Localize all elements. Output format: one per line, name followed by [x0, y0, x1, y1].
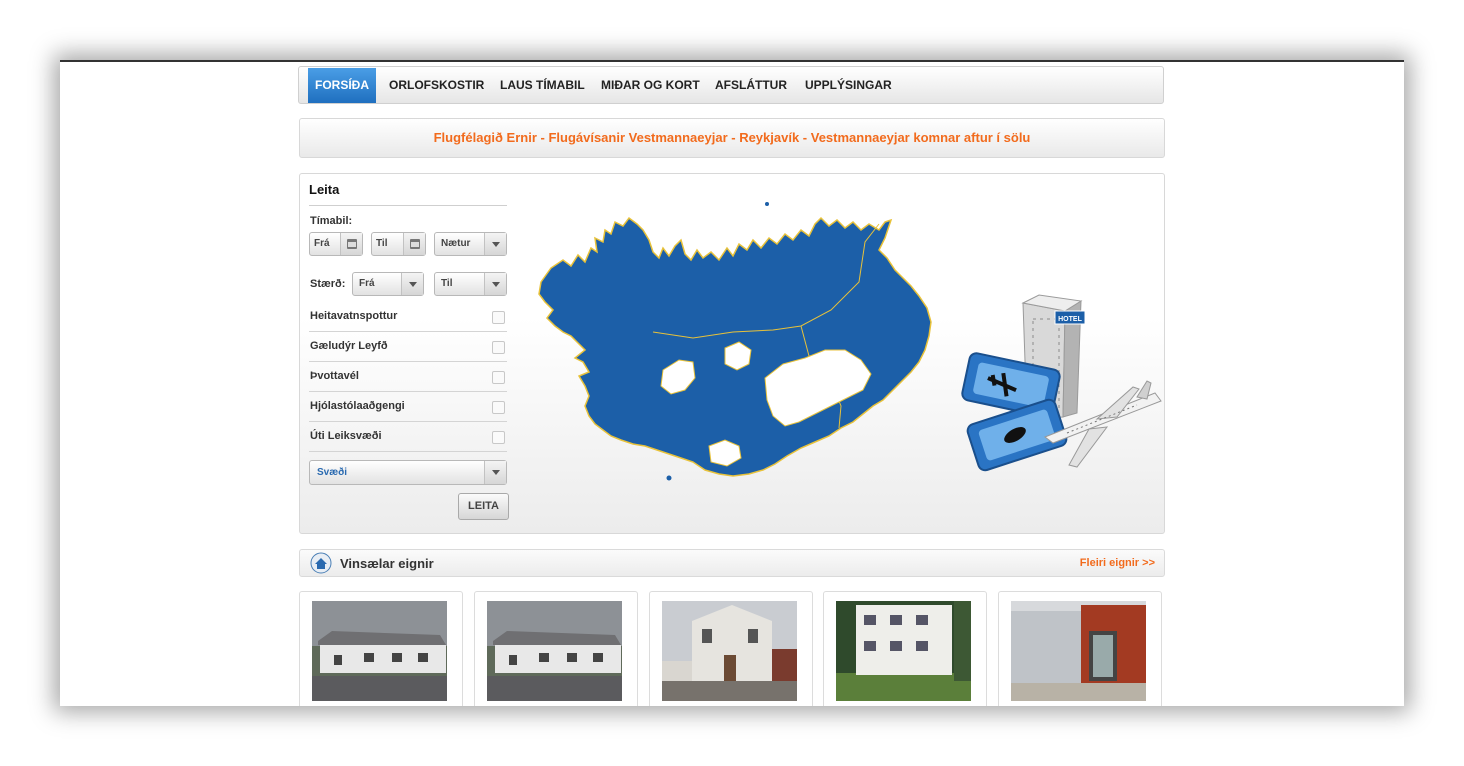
filter-label: Úti Leiksvæði — [310, 430, 382, 442]
hotel-sign-text: HOTEL — [1058, 316, 1082, 323]
chevron-down-icon — [492, 282, 500, 287]
date-from-field[interactable]: Frá — [309, 232, 363, 256]
filter-row-washing-machine: Þvottavél — [309, 362, 507, 392]
filter-row-playground: Úti Leiksvæði — [309, 422, 507, 452]
property-photo[interactable] — [662, 601, 797, 701]
property-photo[interactable] — [1011, 601, 1146, 701]
property-card[interactable] — [474, 591, 638, 706]
nights-select[interactable]: Nætur — [434, 232, 507, 256]
size-to-select[interactable]: Til — [434, 272, 507, 296]
size-to-value: Til — [441, 278, 453, 289]
house-icon — [310, 552, 332, 574]
chevron-down-icon — [492, 242, 500, 247]
date-from-picker-button[interactable] — [340, 233, 362, 255]
property-photo[interactable] — [836, 601, 971, 701]
region-select[interactable]: Svæði — [309, 460, 507, 485]
calendar-icon — [410, 239, 420, 249]
period-label: Tímabil: — [310, 215, 353, 227]
announcement-text[interactable]: Flugfélagið Ernir - Flugávísanir Vestman… — [434, 130, 1031, 145]
nights-value: Nætur — [441, 238, 471, 249]
filter-checkbox-pets-allowed[interactable] — [492, 341, 505, 354]
property-card[interactable] — [823, 591, 987, 706]
divider — [309, 205, 507, 206]
filter-label: Hjólastólaaðgengi — [310, 400, 405, 412]
nav-item-laus-timabil[interactable]: LAUS TÍMABIL — [500, 67, 585, 103]
region-dropdown-button — [484, 461, 506, 484]
search-title: Leita — [309, 182, 340, 197]
island-grimsey — [765, 202, 769, 206]
property-photo[interactable] — [312, 601, 447, 701]
size-from-value: Frá — [359, 278, 375, 289]
iceland-region-map[interactable] — [533, 200, 933, 485]
filter-label: Gæludýr Leyfð — [310, 340, 388, 352]
search-panel: Leita Tímabil: Frá Til Nætur Stærð: Frá … — [299, 173, 1165, 534]
region-value: Svæði — [317, 467, 348, 478]
filter-label: Þvottavél — [310, 370, 359, 382]
filter-checkbox-hot-tub[interactable] — [492, 311, 505, 324]
filter-checkbox-wheelchair-access[interactable] — [492, 401, 505, 414]
nav-item-forsida[interactable]: FORSÍÐA — [308, 68, 376, 103]
filter-row-hot-tub: Heitavatnspottur — [309, 302, 507, 332]
nav-item-orlofskostir[interactable]: ORLOFSKOSTIR — [389, 67, 484, 103]
announcement-banner[interactable]: Flugfélagið Ernir - Flugávísanir Vestman… — [299, 118, 1165, 158]
filter-row-wheelchair-access: Hjólastólaaðgengi — [309, 392, 507, 422]
filter-row-pets-allowed: Gæludýr Leyfð — [309, 332, 507, 362]
more-properties-link[interactable]: Fleiri eignir >> — [1080, 557, 1155, 569]
property-photo[interactable] — [487, 601, 622, 701]
size-from-select[interactable]: Frá — [352, 272, 424, 296]
property-card[interactable] — [998, 591, 1162, 706]
main-nav: FORSÍÐA ORLOFSKOSTIR LAUS TÍMABIL MIÐAR … — [298, 66, 1164, 104]
size-to-dropdown-button — [484, 273, 506, 295]
nav-item-afslattur[interactable]: AFSLÁTTUR — [715, 67, 787, 103]
date-from-value: Frá — [314, 238, 330, 249]
date-to-value: Til — [376, 238, 388, 249]
filter-label: Heitavatnspottur — [310, 310, 398, 322]
nav-item-midar-og-kort[interactable]: MIÐAR OG KORT — [601, 67, 700, 103]
search-submit-button[interactable]: LEITA — [458, 493, 509, 520]
date-to-field[interactable]: Til — [371, 232, 426, 256]
nights-dropdown-button — [484, 233, 506, 255]
size-from-dropdown-button — [401, 273, 423, 295]
popular-title: Vinsælar eignir — [340, 556, 434, 571]
travel-illustration: HOTEL — [961, 294, 1162, 472]
filter-checkbox-playground[interactable] — [492, 431, 505, 444]
property-card[interactable] — [649, 591, 813, 706]
popular-properties-header: Vinsælar eignir Fleiri eignir >> — [299, 549, 1165, 577]
date-to-picker-button[interactable] — [403, 233, 425, 255]
filter-checkbox-washing-machine[interactable] — [492, 371, 505, 384]
chevron-down-icon — [409, 282, 417, 287]
calendar-icon — [347, 239, 357, 249]
browser-window: FORSÍÐA ORLOFSKOSTIR LAUS TÍMABIL MIÐAR … — [60, 60, 1404, 706]
size-label: Stærð: — [310, 278, 346, 290]
nav-item-upplysingar[interactable]: UPPLÝSINGAR — [805, 67, 892, 103]
property-card[interactable] — [299, 591, 463, 706]
chevron-down-icon — [492, 470, 500, 475]
island-vestmannaeyjar — [666, 475, 672, 481]
